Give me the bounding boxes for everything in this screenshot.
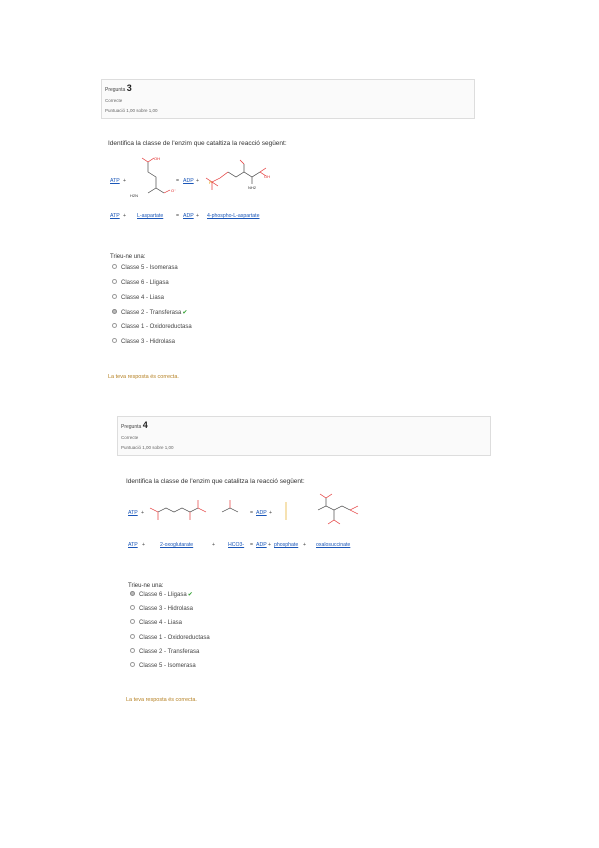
q3-row2-atp-link[interactable]: ATP bbox=[110, 213, 120, 219]
radio-button-selected[interactable] bbox=[112, 308, 117, 314]
option-label: Classe 6 - Lligasa bbox=[139, 592, 187, 598]
question-3-prompt: Identifica la classe de l'enzim que cata… bbox=[108, 140, 287, 147]
q4-row1-plus: + bbox=[141, 510, 145, 516]
q4-row1-atp-link[interactable]: ATP bbox=[128, 510, 138, 516]
radio-button[interactable] bbox=[112, 263, 117, 269]
q3-row1-plus: + bbox=[123, 178, 127, 184]
q4-row2-plus4: + bbox=[303, 542, 307, 548]
option-label: Classe 1 - Oxidoreductasa bbox=[121, 324, 192, 330]
radio-button[interactable] bbox=[130, 647, 135, 653]
q4-choose-label: Trieu-ne una: bbox=[128, 583, 164, 589]
q3-option-6[interactable]: Classe 3 - Hidrolasa bbox=[112, 337, 176, 347]
q4-row2-oxoglutarate-link[interactable]: 2-oxoglutarate bbox=[160, 542, 193, 548]
q3-row2-phosphoaspartate-link[interactable]: 4-phospho-L-aspartate bbox=[207, 213, 260, 219]
check-icon: ✔ bbox=[182, 310, 188, 316]
radio-button[interactable] bbox=[130, 604, 135, 610]
q3-choose-label: Trieu-ne una: bbox=[110, 254, 146, 260]
q4-row1-adp-link[interactable]: ADP bbox=[256, 510, 267, 516]
q3-option-3[interactable]: Classe 4 - Liasa bbox=[112, 293, 165, 303]
radio-button[interactable] bbox=[130, 661, 135, 667]
option-label: Classe 3 - Hidrolasa bbox=[121, 339, 176, 345]
q4-option-1[interactable]: Classe 6 - Lligasa✔ bbox=[130, 590, 193, 600]
question-state: Correcte bbox=[105, 98, 123, 103]
q4-option-2[interactable]: Classe 3 - Hidrolasa bbox=[130, 604, 194, 614]
q3-row1-atp-link[interactable]: ATP bbox=[110, 178, 120, 184]
q4-row2-adp-link[interactable]: ADP bbox=[256, 542, 267, 548]
option-label: Classe 5 - Isomerasa bbox=[139, 663, 196, 669]
mol-label-o: O⁻ bbox=[171, 188, 176, 193]
mol-label-nh2: NH2 bbox=[248, 185, 257, 190]
q4-row2-atp-link[interactable]: ATP bbox=[128, 542, 138, 548]
q3-option-4[interactable]: Classe 2 - Transferasa✔ bbox=[112, 308, 188, 318]
question-score: Puntuació 1,00 sobre 1,00 bbox=[121, 445, 174, 450]
question-4-info-box: Pregunta 4 Correcte Puntuació 1,00 sobre… bbox=[117, 416, 491, 456]
option-label: Classe 1 - Oxidoreductasa bbox=[139, 635, 210, 641]
radio-button[interactable] bbox=[112, 337, 117, 343]
q4-row2-plus3: + bbox=[268, 542, 272, 548]
question-label: Pregunta bbox=[121, 424, 142, 430]
option-label: Classe 2 - Transferasa bbox=[121, 310, 182, 316]
q3-row1-equals: = bbox=[176, 178, 180, 184]
question-3-reaction-image: OH H2N O⁻ P OH NH2 bbox=[130, 156, 270, 198]
q3-row1-plus2: + bbox=[196, 178, 200, 184]
q3-row2-adp-link[interactable]: ADP bbox=[183, 213, 194, 219]
option-label: Classe 6 - Lligasa bbox=[121, 280, 169, 286]
q4-option-4[interactable]: Classe 1 - Oxidoreductasa bbox=[130, 633, 210, 643]
q3-option-5[interactable]: Classe 1 - Oxidoreductasa bbox=[112, 322, 192, 332]
radio-button-selected[interactable] bbox=[130, 590, 135, 596]
q4-option-6[interactable]: Classe 5 - Isomerasa bbox=[130, 661, 196, 671]
q4-option-3[interactable]: Classe 4 - Liasa bbox=[130, 618, 183, 628]
q3-row2-aspartate-link[interactable]: L-aspartate bbox=[137, 213, 163, 219]
question-3-info-box: Pregunta 3 Correcte Puntuació 1,00 sobre… bbox=[101, 79, 475, 119]
mol-label-oh-2: OH bbox=[264, 174, 270, 179]
option-label: Classe 4 - Liasa bbox=[121, 295, 165, 301]
mol-label-p: P bbox=[209, 180, 212, 185]
option-label: Classe 4 - Liasa bbox=[139, 620, 183, 626]
q4-row1-equals: = bbox=[250, 510, 254, 516]
q4-row2-equals: = bbox=[250, 542, 254, 548]
question-4-header: Pregunta 4 bbox=[121, 420, 148, 430]
q3-option-2[interactable]: Classe 6 - Lligasa bbox=[112, 278, 169, 288]
mol-label-oh: OH bbox=[154, 156, 160, 161]
radio-button[interactable] bbox=[112, 293, 117, 299]
q3-row2-equals: = bbox=[176, 213, 180, 219]
question-score: Puntuació 1,00 sobre 1,00 bbox=[105, 108, 158, 113]
option-label: Classe 5 - Isomerasa bbox=[121, 265, 178, 271]
question-4-prompt: Identifica la classe de l'enzim que cata… bbox=[126, 478, 305, 485]
q3-row1-adp-link[interactable]: ADP bbox=[183, 178, 194, 184]
q4-row2-oxalosuccinate-link[interactable]: oxalosuccinate bbox=[316, 542, 350, 548]
q4-option-5[interactable]: Classe 2 - Transferasa bbox=[130, 647, 200, 657]
mol-label-h2n: H2N bbox=[130, 193, 138, 198]
radio-button[interactable] bbox=[112, 322, 117, 328]
option-label: Classe 2 - Transferasa bbox=[139, 649, 200, 655]
question-number: 3 bbox=[126, 83, 132, 93]
q4-row2-hco3-link[interactable]: HCO3- bbox=[228, 542, 244, 548]
q4-row2-phosphate-link[interactable]: phosphate bbox=[274, 542, 298, 548]
q4-row2-plus: + bbox=[142, 542, 146, 548]
question-label: Pregunta bbox=[105, 87, 126, 93]
question-number: 4 bbox=[142, 420, 148, 430]
radio-button[interactable] bbox=[130, 618, 135, 624]
q3-row2-plus: + bbox=[123, 213, 127, 219]
q4-row2-plus2: + bbox=[212, 542, 216, 548]
option-label: Classe 3 - Hidrolasa bbox=[139, 606, 194, 612]
question-3-header: Pregunta 3 bbox=[105, 83, 132, 93]
q3-row2-plus2: + bbox=[196, 213, 200, 219]
radio-button[interactable] bbox=[112, 278, 117, 284]
check-icon: ✔ bbox=[187, 592, 193, 598]
question-state: Correcte bbox=[121, 435, 139, 440]
q3-option-1[interactable]: Classe 5 - Isomerasa bbox=[112, 263, 178, 273]
radio-button[interactable] bbox=[130, 633, 135, 639]
q4-row1-plus2: + bbox=[269, 510, 273, 516]
q3-feedback: La teva resposta és correcta. bbox=[108, 374, 179, 380]
q4-feedback: La teva resposta és correcta. bbox=[126, 697, 197, 703]
